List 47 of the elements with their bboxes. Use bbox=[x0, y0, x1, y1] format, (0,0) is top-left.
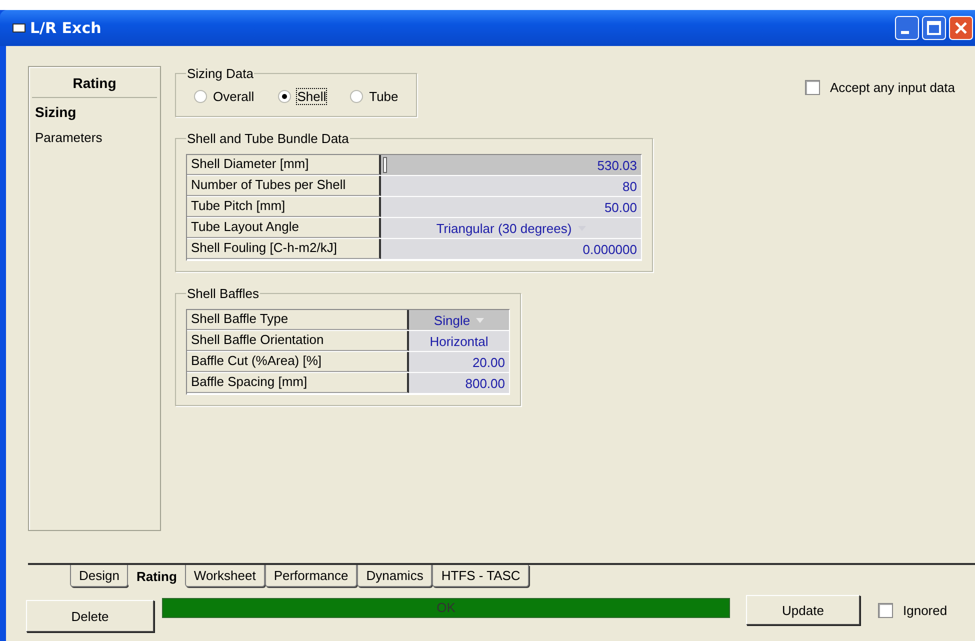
sidebar-item[interactable]: Parameters bbox=[29, 124, 160, 149]
sidebar-heading: Rating bbox=[32, 71, 157, 98]
value-cell[interactable]: Single bbox=[409, 310, 509, 330]
accept-checkbox-label[interactable]: Accept any input data bbox=[804, 80, 955, 95]
group-title: Shell Baffles bbox=[186, 286, 260, 301]
table-cell: Tube Layout Angle bbox=[187, 218, 381, 238]
table-cell: Number of Tubes per Shell bbox=[187, 176, 381, 196]
sidebar-item[interactable]: Sizing bbox=[29, 98, 160, 124]
maximize-button[interactable] bbox=[922, 16, 946, 40]
window-icon bbox=[12, 23, 26, 33]
table-cell: Baffle Spacing [mm] bbox=[187, 373, 409, 393]
tab[interactable]: Worksheet bbox=[184, 565, 265, 587]
radio-button[interactable] bbox=[350, 90, 364, 103]
checkbox[interactable] bbox=[804, 80, 820, 95]
value-cell[interactable]: 50.00 bbox=[381, 197, 641, 217]
checkbox[interactable] bbox=[878, 602, 893, 618]
table-cell: Tube Pitch [mm] bbox=[187, 197, 381, 217]
update-button[interactable]: Update bbox=[746, 595, 860, 625]
tab[interactable]: HTFS - TASC bbox=[432, 565, 530, 587]
table-cell: Baffle Cut (%Area) [%] bbox=[187, 352, 409, 372]
value-cell[interactable]: 80 bbox=[381, 176, 641, 196]
value-cell[interactable]: 530.03 bbox=[381, 155, 641, 175]
tab[interactable]: Design bbox=[70, 565, 128, 587]
table-cell: Shell Fouling [C-h-m2/kJ] bbox=[187, 239, 381, 259]
table-cell: Shell Baffle Type bbox=[187, 310, 409, 330]
radio-option[interactable]: Overall bbox=[194, 89, 254, 104]
value-cell[interactable]: 20.00 bbox=[409, 352, 509, 372]
ignored-checkbox-label[interactable]: Ignored bbox=[878, 602, 948, 618]
status-bar: OK bbox=[162, 598, 730, 618]
table-cell: Shell Baffle Orientation bbox=[187, 331, 409, 351]
radio-button[interactable] bbox=[278, 90, 292, 103]
window-title: L/R Exch bbox=[30, 19, 102, 37]
table-cell: Shell Diameter [mm] bbox=[187, 155, 381, 175]
value-cell[interactable]: Triangular (30 degrees) bbox=[381, 218, 641, 238]
value-cell[interactable]: Horizontal bbox=[409, 331, 509, 351]
tab[interactable]: Dynamics bbox=[357, 565, 432, 587]
group-title: Sizing Data bbox=[186, 66, 254, 81]
value-cell[interactable]: 0.000000 bbox=[381, 239, 641, 259]
minimize-button[interactable] bbox=[895, 16, 919, 40]
radio-button[interactable] bbox=[194, 90, 207, 103]
radio-option[interactable]: Shell bbox=[278, 89, 326, 104]
close-button[interactable] bbox=[949, 16, 973, 40]
group-title: Shell and Tube Bundle Data bbox=[186, 131, 350, 146]
delete-button[interactable]: Delete bbox=[26, 600, 154, 632]
tab[interactable]: Performance bbox=[264, 565, 358, 587]
value-cell[interactable]: 800.00 bbox=[409, 373, 509, 393]
radio-option[interactable]: Tube bbox=[350, 89, 398, 104]
